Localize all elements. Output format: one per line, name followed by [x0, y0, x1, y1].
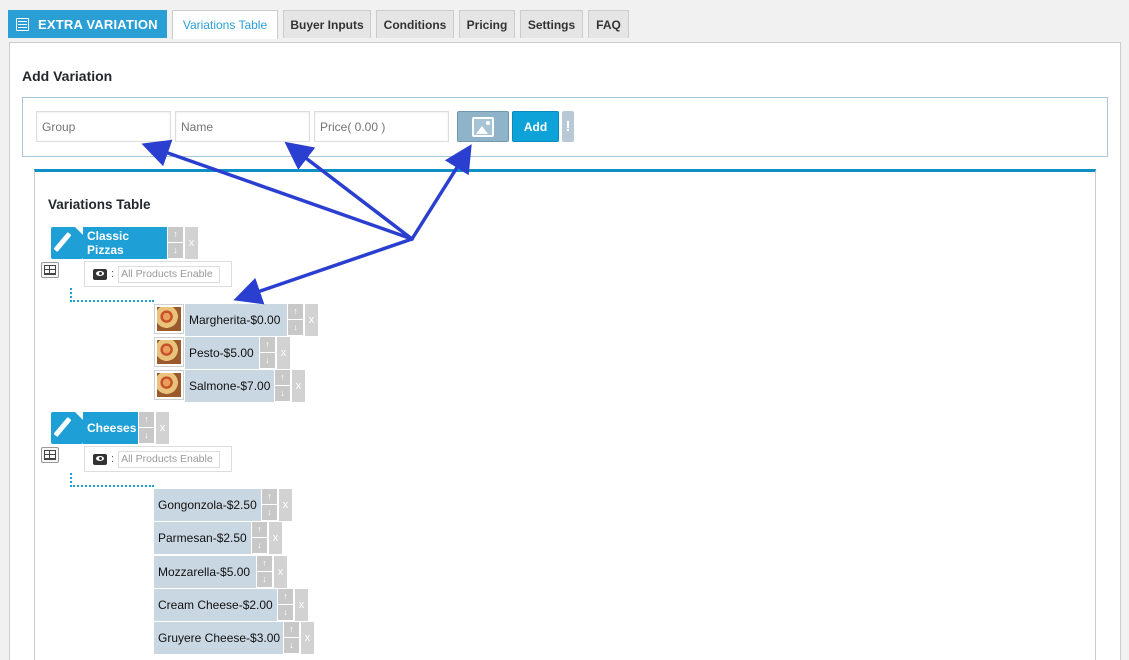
remove-group-button[interactable]: x [185, 227, 198, 259]
list-item[interactable]: Margherita-$0.00 [185, 304, 287, 336]
move-up-button[interactable]: ↑ [260, 337, 275, 352]
move-up-button[interactable]: ↑ [275, 370, 290, 385]
tab-pricing[interactable]: Pricing [459, 10, 515, 38]
list-item[interactable]: Gongonzola-$2.50 [154, 489, 261, 521]
move-down-button[interactable]: ↓ [262, 505, 277, 520]
add-variation-title: Add Variation [22, 68, 113, 84]
variations-table-title: Variations Table [48, 197, 151, 212]
remove-item-button[interactable]: x [279, 489, 292, 521]
move-up-button[interactable]: ↑ [262, 489, 277, 504]
group-reorder: ↑ ↓ [168, 227, 183, 259]
move-down-button[interactable]: ↓ [257, 572, 272, 587]
list-item[interactable]: Gruyere Cheese-$3.00 [154, 622, 283, 654]
group-input[interactable] [36, 111, 171, 142]
add-button[interactable]: Add [512, 111, 559, 142]
remove-group-button[interactable]: x [156, 412, 169, 444]
tree-connector [70, 473, 154, 487]
move-down-button[interactable]: ↓ [275, 386, 290, 401]
brand-header: EXTRA VARIATION [8, 10, 167, 38]
price-input[interactable] [314, 111, 449, 142]
list-item[interactable]: Mozzarella-$5.00 [154, 556, 256, 588]
edit-group-icon[interactable] [51, 412, 83, 444]
item-thumbnail [154, 370, 184, 400]
list-item[interactable]: Pesto-$5.00 [185, 337, 259, 369]
remove-item-button[interactable]: x [305, 304, 318, 336]
eye-icon [93, 268, 107, 280]
tab-faq[interactable]: FAQ [588, 10, 629, 38]
move-up-button[interactable]: ↑ [139, 412, 154, 427]
move-up-button[interactable]: ↑ [288, 304, 303, 319]
move-down-button[interactable]: ↓ [288, 320, 303, 335]
remove-item-button[interactable]: x [274, 556, 287, 588]
list-item[interactable]: Salmone-$7.00 [185, 370, 274, 402]
tree-connector [70, 288, 154, 302]
group-name[interactable]: Cheeses [83, 412, 138, 444]
image-upload-button[interactable] [457, 111, 509, 142]
item-reorder: ↑ ↓ [275, 370, 290, 402]
tab-conditions[interactable]: Conditions [376, 10, 454, 38]
image-icon [472, 116, 494, 137]
tab-variations-table[interactable]: Variations Table [172, 10, 278, 39]
eye-icon [93, 453, 107, 465]
list-item[interactable]: Cream Cheese-$2.00 [154, 589, 277, 621]
item-thumbnail [154, 304, 184, 334]
visibility-field[interactable]: All Products Enable [118, 450, 221, 468]
item-reorder: ↑ ↓ [278, 589, 293, 621]
move-up-button[interactable]: ↑ [257, 556, 272, 571]
edit-group-icon[interactable] [51, 227, 83, 259]
remove-item-button[interactable]: x [292, 370, 305, 402]
remove-item-button[interactable]: x [295, 589, 308, 621]
move-up-button[interactable]: ↑ [168, 227, 183, 242]
move-up-button[interactable]: ↑ [278, 589, 293, 604]
name-input[interactable] [175, 111, 310, 142]
table-icon[interactable] [41, 447, 59, 463]
visibility-box: : All Products Enable [84, 446, 232, 472]
group-name[interactable]: Classic Pizzas [83, 227, 167, 259]
move-up-button[interactable]: ↑ [252, 522, 267, 537]
item-thumbnail [154, 337, 184, 367]
remove-item-button[interactable]: x [277, 337, 290, 369]
item-reorder: ↑ ↓ [284, 622, 299, 654]
visibility-field[interactable]: All Products Enable [118, 265, 221, 283]
item-reorder: ↑ ↓ [260, 337, 275, 369]
tab-settings[interactable]: Settings [520, 10, 583, 38]
info-button[interactable]: ! [562, 111, 574, 142]
item-reorder: ↑ ↓ [257, 556, 272, 588]
visibility-box: : All Products Enable [84, 261, 232, 287]
list-item[interactable]: Parmesan-$2.50 [154, 522, 251, 554]
item-reorder: ↑ ↓ [288, 304, 303, 336]
move-down-button[interactable]: ↓ [252, 538, 267, 553]
group-reorder: ↑ ↓ [139, 412, 154, 444]
move-down-button[interactable]: ↓ [278, 605, 293, 620]
move-up-button[interactable]: ↑ [284, 622, 299, 637]
item-reorder: ↑ ↓ [252, 522, 267, 554]
table-icon[interactable] [41, 262, 59, 278]
remove-item-button[interactable]: x [269, 522, 282, 554]
item-reorder: ↑ ↓ [262, 489, 277, 521]
move-down-button[interactable]: ↓ [168, 243, 183, 258]
remove-item-button[interactable]: x [301, 622, 314, 654]
move-down-button[interactable]: ↓ [139, 428, 154, 443]
tab-buyer-inputs[interactable]: Buyer Inputs [283, 10, 371, 38]
table-list-icon [16, 17, 29, 31]
move-down-button[interactable]: ↓ [260, 353, 275, 368]
move-down-button[interactable]: ↓ [284, 638, 299, 653]
brand-label: EXTRA VARIATION [38, 16, 158, 32]
